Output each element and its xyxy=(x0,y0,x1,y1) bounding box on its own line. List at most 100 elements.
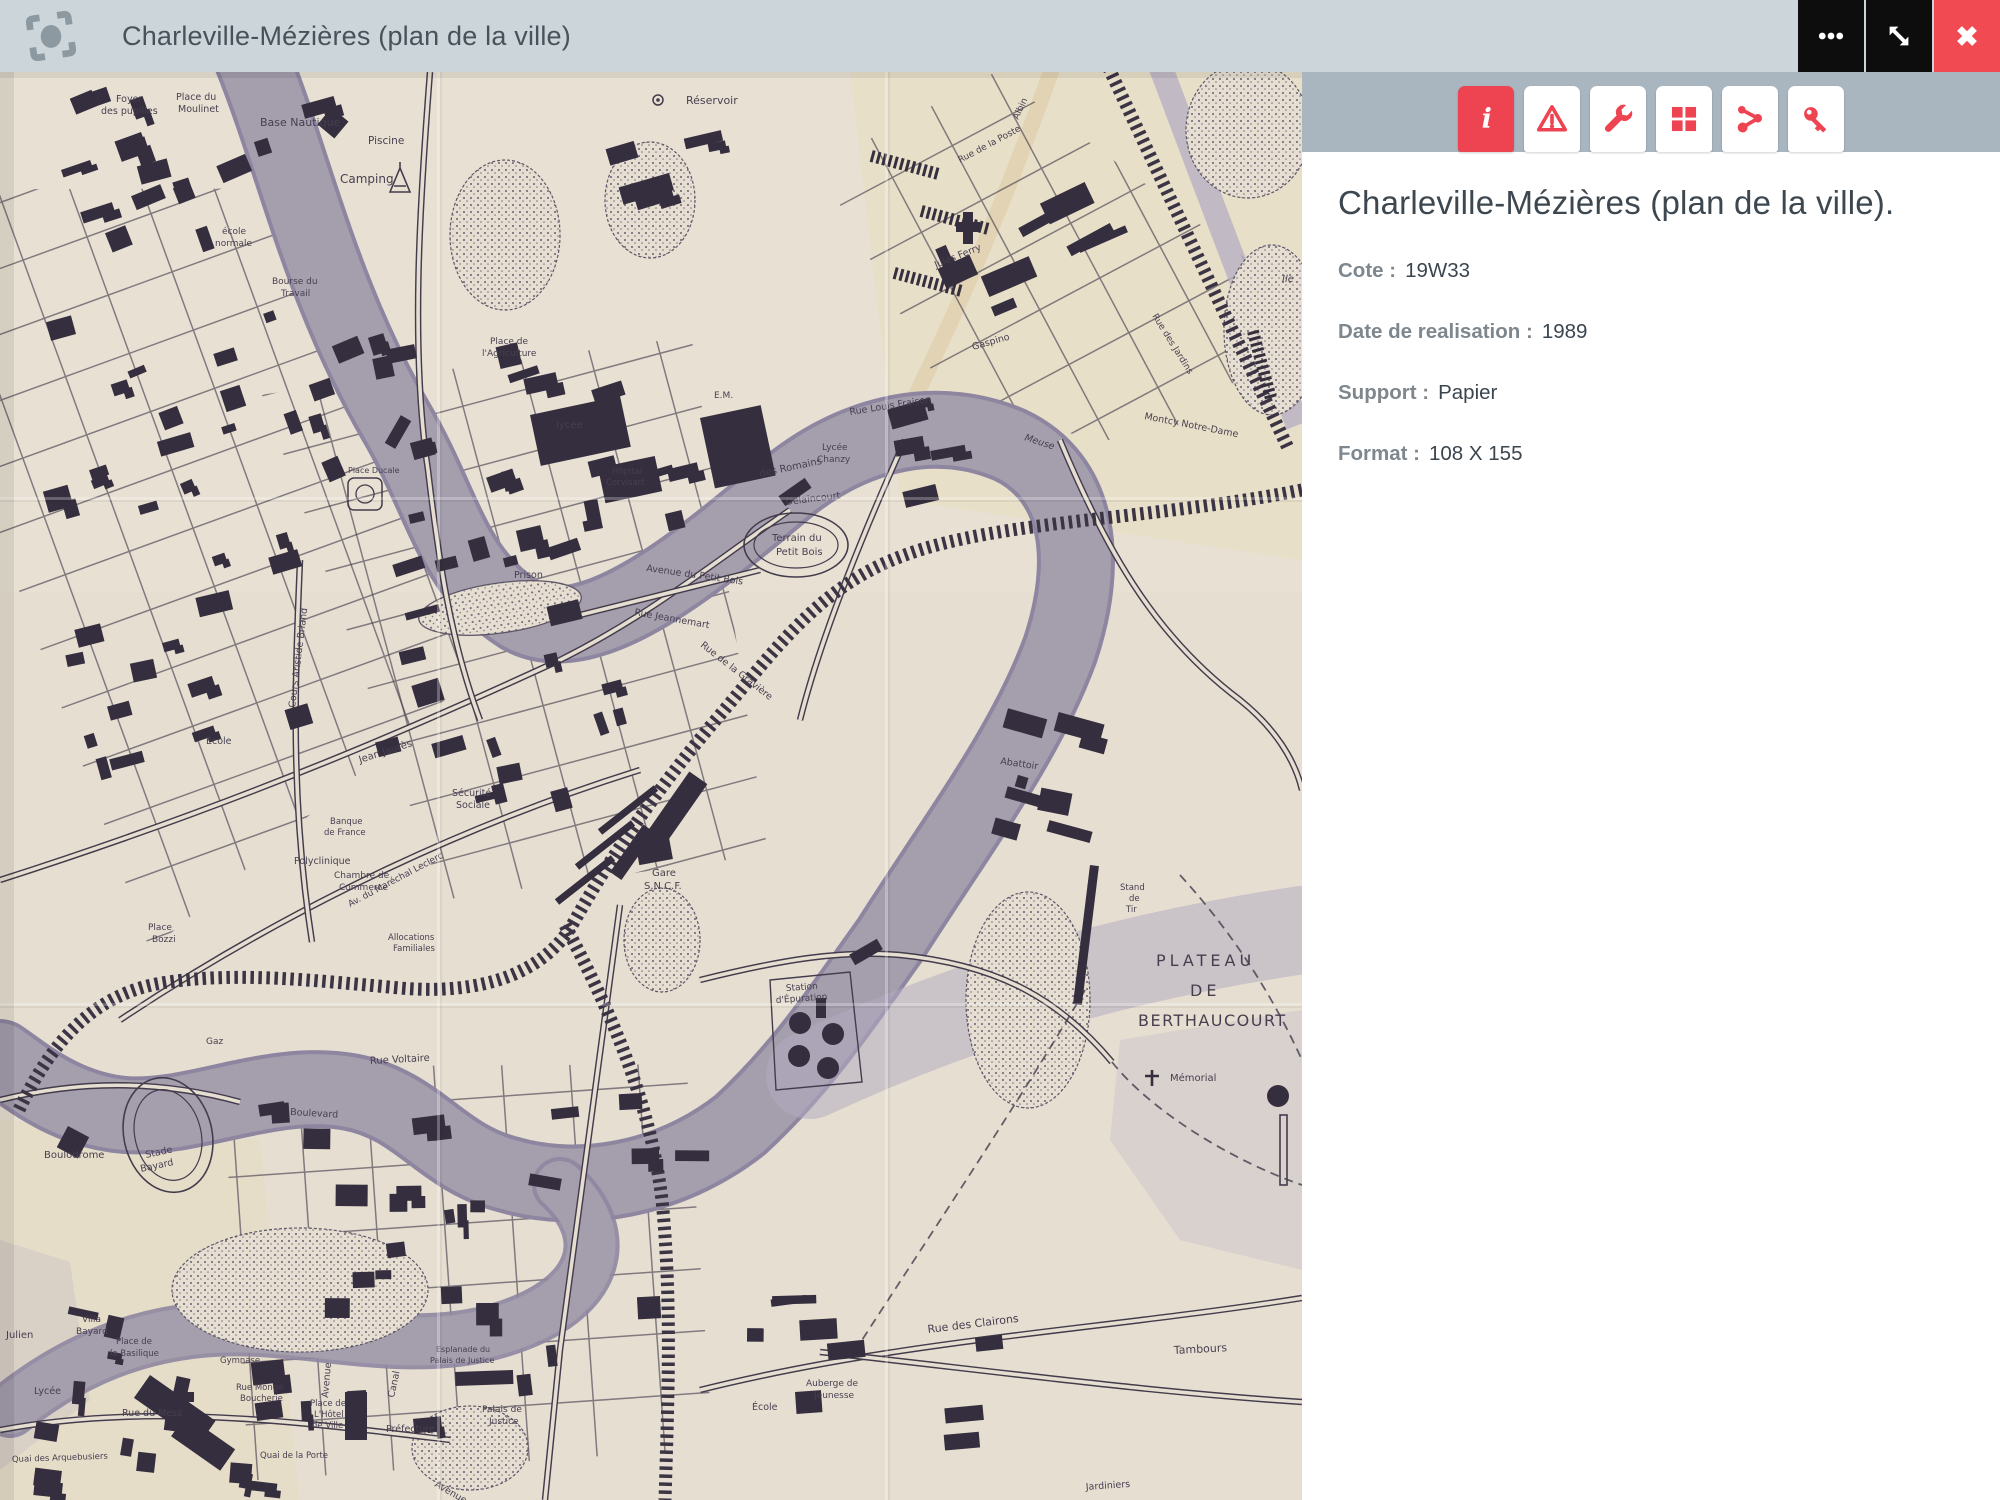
map-label: Jeunesse xyxy=(813,1391,855,1401)
map-label: Boucherie xyxy=(240,1394,283,1404)
field-cote-label: Cote : xyxy=(1338,259,1396,282)
map-label: Polyclinique xyxy=(294,856,351,867)
panel-tabs: i xyxy=(1458,86,1844,152)
map-label: Place de xyxy=(490,337,529,347)
map-label: de France xyxy=(324,828,366,838)
map-label: de xyxy=(1129,894,1140,904)
tab-warning[interactable] xyxy=(1524,86,1580,152)
map-label: E.M. xyxy=(714,391,733,401)
field-format-value: 108 X 155 xyxy=(1429,442,1522,465)
map-label: Foyer xyxy=(116,94,142,105)
expand-arrow-icon xyxy=(1884,21,1914,51)
map-label: Hôpital xyxy=(612,466,642,477)
fullscreen-button[interactable] xyxy=(1866,0,1932,72)
svg-text:i: i xyxy=(1482,104,1492,135)
panel-body: Charleville-Mézières (plan de la ville).… xyxy=(1302,152,2000,466)
field-date-label: Date de realisation : xyxy=(1338,320,1533,343)
panel-tabstrip: i xyxy=(1302,72,2000,152)
map-label: L'Hôtel xyxy=(314,1409,344,1420)
map-label: des pupilles xyxy=(101,106,158,117)
close-button[interactable] xyxy=(1934,0,2000,72)
key-icon xyxy=(1799,102,1833,136)
window-controls xyxy=(1796,0,2000,72)
map-label: Bozzi xyxy=(152,935,176,945)
map-label: Préfecture xyxy=(386,1424,435,1435)
map-label: S.N.C.F. xyxy=(644,881,682,892)
tab-tools[interactable] xyxy=(1590,86,1646,152)
share-icon xyxy=(1733,102,1767,136)
grid-icon xyxy=(1667,102,1701,136)
map-label: Auberge de xyxy=(806,1379,858,1389)
map-label: PLATEAU xyxy=(1156,951,1255,970)
map-label: Rue du Mess xyxy=(122,1408,182,1419)
map-label: Chambre de xyxy=(334,871,390,881)
more-options-button[interactable] xyxy=(1798,0,1864,72)
map-label: Bourse du xyxy=(272,277,318,287)
map-label: Ile xyxy=(1282,274,1294,285)
map-label: Place xyxy=(148,923,172,933)
map-label: Justice xyxy=(488,1417,519,1427)
map-label: Boulodrome xyxy=(44,1150,104,1161)
map-label: DE xyxy=(1190,981,1220,1000)
map-label: Travail xyxy=(280,289,310,299)
map-label: de Ville xyxy=(312,1421,343,1431)
map-label: l'Agriculture xyxy=(482,349,537,359)
map-image[interactable]: RéservoirFoyerdes pupillesPlace duMoulin… xyxy=(0,72,1302,1500)
wrench-icon xyxy=(1601,102,1635,136)
tab-thumbnails[interactable] xyxy=(1656,86,1712,152)
close-x-icon xyxy=(1952,21,1982,51)
tab-info[interactable]: i xyxy=(1458,86,1514,152)
map-label: Piscine xyxy=(368,135,404,147)
field-support: Support :Papier xyxy=(1338,381,2000,405)
field-date-value: 1989 xyxy=(1542,320,1588,343)
map-label: Base Nautique xyxy=(260,116,341,129)
field-cote-value: 19W33 xyxy=(1405,259,1470,282)
map-label: Gymnase xyxy=(220,1356,260,1366)
map-label: Familiales xyxy=(393,944,435,954)
app-logo-icon xyxy=(18,4,84,68)
map-label: Sociale xyxy=(456,800,490,811)
map-label: Quai de la Porte xyxy=(260,1451,328,1461)
map-label: Gaz xyxy=(206,1037,223,1047)
field-format: Format :108 X 155 xyxy=(1338,442,2000,466)
map-label: École xyxy=(206,735,232,747)
map-label: Camping xyxy=(340,172,394,186)
map-label: École xyxy=(752,1401,778,1413)
map-label: Gare xyxy=(652,868,676,879)
map-label: Bayard xyxy=(76,1327,108,1337)
map-label: Corvisart xyxy=(606,478,645,488)
map-label: lycée xyxy=(556,419,583,431)
map-label: Moulinet xyxy=(178,104,219,115)
map-label: Lycée xyxy=(822,442,848,453)
field-support-value: Papier xyxy=(1438,381,1497,404)
record-title: Charleville-Mézières (plan de la ville). xyxy=(1338,184,2000,222)
map-label: Tir xyxy=(1125,905,1137,915)
map-label: Mémorial xyxy=(1170,1072,1216,1084)
map-label: Place de xyxy=(310,1399,346,1409)
map-label: Esplanade du xyxy=(436,1345,490,1354)
tab-share[interactable] xyxy=(1722,86,1778,152)
map-label: Chanzy xyxy=(817,455,851,465)
ellipsis-icon xyxy=(1816,21,1846,51)
info-icon: i xyxy=(1469,102,1503,136)
map-label: Réservoir xyxy=(686,94,738,107)
map-label: Banque xyxy=(330,817,362,827)
field-cote: Cote : 19W33 xyxy=(1338,259,2000,283)
map-label: école xyxy=(222,226,246,237)
map-label: Stand xyxy=(1120,883,1145,893)
map-label: Petit Bois xyxy=(776,547,823,558)
map-label: Rue Monge xyxy=(236,1383,283,1393)
tab-permalink[interactable] xyxy=(1788,86,1844,152)
map-label: Palais de xyxy=(482,1405,522,1415)
map-label: Place Ducale xyxy=(348,466,400,475)
map-label: Terrain du xyxy=(771,533,822,544)
map-label: Sécurité xyxy=(452,788,491,799)
warning-icon xyxy=(1535,102,1569,136)
map-label: Allocations xyxy=(388,933,435,943)
map-viewer[interactable]: RéservoirFoyerdes pupillesPlace duMoulin… xyxy=(0,72,1302,1500)
map-label: Place de xyxy=(116,1337,152,1347)
map-label: Villa xyxy=(82,1315,101,1325)
field-date: Date de realisation : 1989 xyxy=(1338,320,2000,344)
title-bar: Charleville-Mézières (plan de la ville) xyxy=(0,0,2000,72)
map-label: la Basilique xyxy=(110,1349,159,1359)
